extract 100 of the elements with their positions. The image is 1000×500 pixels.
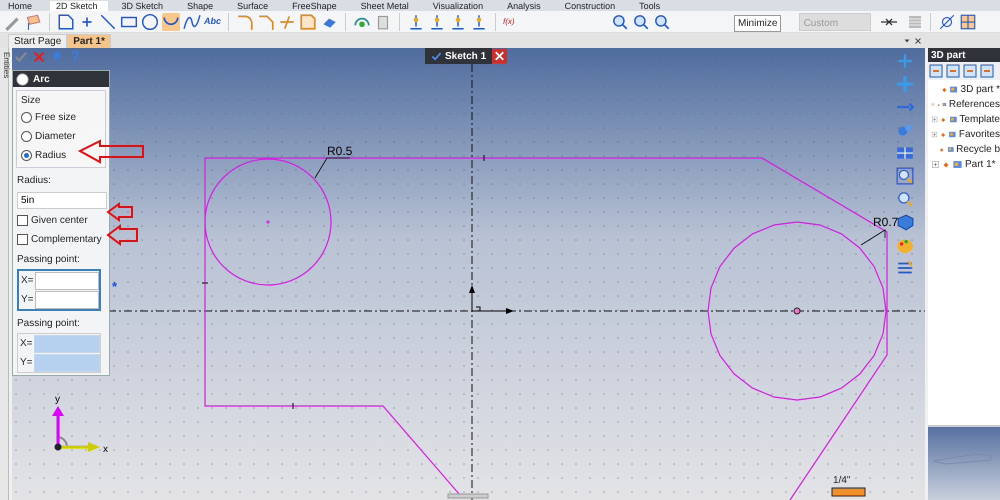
origin-axes-icon [469, 285, 514, 314]
entities-tab[interactable]: Entities [1, 52, 11, 78]
ribbon-tab[interactable]: Shape [181, 0, 224, 10]
tree-item[interactable]: References [948, 97, 1000, 112]
grid-icon[interactable] [958, 12, 977, 30]
circle-icon[interactable] [141, 12, 159, 30]
close-icon[interactable] [492, 48, 508, 64]
ribbon-tab[interactable]: Construction [558, 0, 626, 10]
axis-label: y [55, 394, 60, 405]
tree-node-icon [940, 116, 947, 124]
tree-item[interactable]: Recycle b [956, 142, 1000, 157]
checkbox[interactable] [17, 234, 28, 245]
corner-shape-icon[interactable] [57, 12, 75, 30]
leader-line [860, 229, 886, 246]
ribbon-tab[interactable]: Sheet Metal [354, 0, 419, 10]
expand-icon[interactable] [931, 115, 938, 124]
item-icon [948, 114, 958, 125]
line-icon[interactable] [99, 12, 117, 30]
annotation-arrow [78, 139, 144, 164]
center-mark [266, 220, 270, 224]
zoom-icon[interactable] [610, 12, 629, 30]
field-label: Passing point: [16, 317, 81, 331]
scale-label: 1/4" [833, 474, 850, 488]
item-icon [948, 129, 957, 140]
panel-title: 3D part [928, 48, 1000, 62]
tree-item[interactable]: 3D part * [960, 82, 1000, 97]
ribbon-tab[interactable]: 2D Sketch [50, 0, 108, 10]
center-point [794, 308, 800, 314]
tree-node-icon [942, 160, 950, 168]
option-label: Free size [35, 111, 76, 125]
chamfer-icon[interactable] [257, 12, 276, 30]
zoom-window-icon[interactable] [896, 167, 914, 185]
radio-button[interactable] [21, 131, 32, 142]
arc-icon[interactable] [162, 12, 180, 30]
fillet-icon[interactable] [236, 12, 254, 30]
tree-node-icon [940, 130, 946, 138]
arc-circle-icon [16, 72, 29, 86]
checkbox-label: Given center [31, 214, 88, 228]
radius-input-field[interactable]: 5in [17, 192, 107, 209]
coordinate-input-field[interactable] [35, 272, 99, 290]
spline-icon[interactable] [183, 12, 201, 30]
radio-button[interactable] [21, 112, 32, 123]
close-icon[interactable] [914, 37, 922, 45]
ribbon-tab[interactable]: Analysis [501, 0, 551, 10]
annotation-arrow [106, 224, 138, 246]
tree-node-icon [940, 86, 948, 94]
cube-icon[interactable] [896, 213, 914, 231]
leader-line [314, 158, 350, 178]
zoom-icon[interactable] [652, 12, 671, 30]
dimension-label: R0.7 [873, 215, 898, 229]
sketch-plane-icon[interactable] [24, 12, 42, 30]
axis-label: x [103, 444, 108, 455]
curve-icon[interactable] [938, 12, 956, 30]
tree-item[interactable]: Favorites [958, 127, 1000, 142]
panel-title: Arc [33, 72, 50, 86]
tree-item[interactable]: Part 1* [965, 157, 996, 172]
ribbon-tab[interactable]: 3D Sketch [116, 0, 174, 10]
checkbox[interactable] [17, 215, 28, 226]
ribbon-tab[interactable]: Tools [633, 0, 670, 10]
required-marker: * [112, 278, 118, 296]
ribbon-tab[interactable]: Surface [231, 0, 278, 10]
coordinate-axes-icon [52, 406, 100, 452]
check-icon [431, 50, 442, 62]
ribbon-tab[interactable]: FreeShape [286, 0, 347, 10]
item-icon [946, 144, 954, 155]
ribbon-tab[interactable]: Home [2, 0, 42, 10]
option-label: Radius [35, 149, 66, 163]
option-label: Diameter [35, 130, 76, 144]
expand-icon[interactable] [931, 160, 940, 169]
check-icon[interactable] [14, 50, 28, 64]
radio-button[interactable] [21, 150, 32, 161]
tick-mark [292, 402, 294, 410]
selection-marker [448, 494, 488, 498]
checkbox-label: Complementary [31, 233, 102, 247]
ribbon-tab[interactable]: Visualization [426, 0, 494, 10]
coordinate-label: X= [20, 274, 35, 288]
tree-item[interactable]: Template [959, 112, 1000, 127]
coordinate-label: Y= [19, 356, 34, 370]
document-tab[interactable]: Part 1* [67, 34, 111, 48]
coordinate-input-field[interactable] [34, 334, 100, 352]
document-tab[interactable]: Start Page [8, 34, 68, 48]
tooltip: Minimize [734, 15, 782, 32]
pin-dropdown-icon[interactable] [903, 37, 911, 45]
zoom-icon[interactable] [632, 12, 650, 30]
function-tool[interactable]: f(x) [503, 16, 515, 28]
field-label: Passing point: [16, 253, 81, 267]
coordinate-label: X= [19, 337, 34, 351]
scale-bar [832, 488, 866, 496]
item-icon [949, 84, 959, 95]
coordinate-input-field[interactable] [35, 290, 99, 308]
dimension-label: R0.5 [327, 144, 352, 158]
zoom-icon[interactable] [896, 190, 914, 208]
coordinate-input-field[interactable] [34, 354, 100, 372]
annotation-arrow [106, 202, 133, 222]
coordinate-label: Y= [20, 293, 35, 307]
part-outline-drawing [932, 453, 992, 465]
tree-node-icon [939, 146, 945, 154]
tick-mark [202, 282, 208, 284]
text-tool[interactable]: Abc [204, 14, 222, 28]
group-label: Size [21, 94, 42, 108]
